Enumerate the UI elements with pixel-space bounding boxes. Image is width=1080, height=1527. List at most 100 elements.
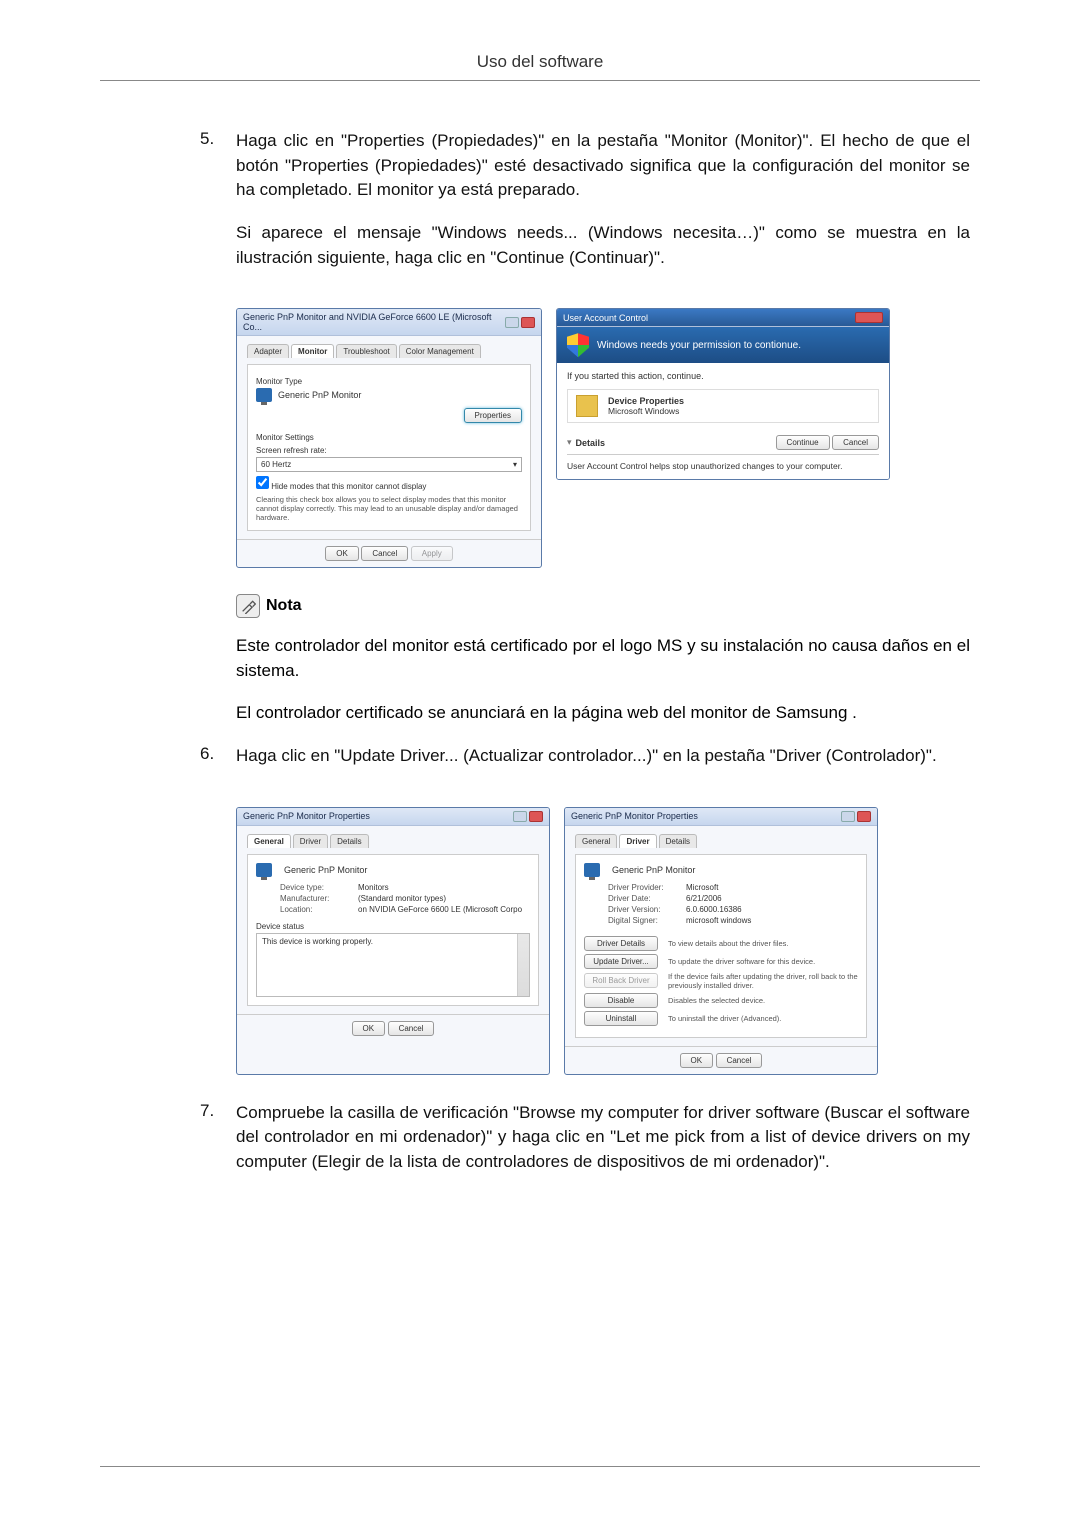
shield-icon bbox=[567, 333, 589, 357]
tab-adapter[interactable]: Adapter bbox=[247, 344, 289, 358]
scrollbar[interactable] bbox=[517, 934, 529, 996]
footer-divider bbox=[100, 1466, 980, 1467]
refresh-rate-label: Screen refresh rate: bbox=[256, 446, 522, 455]
properties-button[interactable]: Properties bbox=[464, 408, 522, 423]
step-number: 5. bbox=[200, 129, 236, 288]
uac-dialog: User Account Control Windows needs your … bbox=[556, 308, 890, 480]
window-controls bbox=[505, 317, 535, 328]
close-icon[interactable] bbox=[857, 811, 871, 822]
driver-date-label: Driver Date: bbox=[608, 894, 686, 903]
figure-row-1: Generic PnP Monitor and NVIDIA GeForce 6… bbox=[236, 308, 970, 568]
device-type-label: Device type: bbox=[280, 883, 358, 892]
minimize-icon[interactable] bbox=[505, 317, 519, 328]
step7-p1: Compruebe la casilla de verificación "Br… bbox=[236, 1101, 970, 1175]
uac-headline: Windows needs your permission to contion… bbox=[597, 340, 801, 351]
step-7: 7. Compruebe la casilla de verificación … bbox=[200, 1101, 970, 1193]
tab-general[interactable]: General bbox=[575, 834, 617, 848]
step-body: Compruebe la casilla de verificación "Br… bbox=[236, 1101, 970, 1193]
page: Uso del software 5. Haga clic en "Proper… bbox=[0, 0, 1080, 1527]
device-status-label: Device status bbox=[256, 922, 530, 931]
refresh-rate-value: 60 Hertz bbox=[261, 460, 291, 469]
device-name: Generic PnP Monitor bbox=[612, 865, 695, 875]
ok-button[interactable]: OK bbox=[325, 546, 359, 561]
dialog-titlebar: Generic PnP Monitor Properties bbox=[565, 808, 877, 826]
ok-button[interactable]: OK bbox=[680, 1053, 714, 1068]
tab-monitor[interactable]: Monitor bbox=[291, 344, 334, 358]
monitor-properties-dialog: Generic PnP Monitor and NVIDIA GeForce 6… bbox=[236, 308, 542, 568]
digital-signer-value: microsoft windows bbox=[686, 916, 751, 925]
rollback-driver-button: Roll Back Driver bbox=[584, 973, 658, 988]
rollback-driver-desc: If the device fails after updating the d… bbox=[668, 972, 858, 990]
hide-modes-label: Hide modes that this monitor cannot disp… bbox=[271, 482, 426, 491]
cancel-button[interactable]: Cancel bbox=[388, 1021, 435, 1036]
monitor-type-label: Monitor Type bbox=[256, 377, 522, 386]
step6-p1: Haga clic en "Update Driver... (Actualiz… bbox=[236, 744, 970, 769]
uac-publisher: Microsoft Windows bbox=[608, 406, 684, 416]
uac-program-name: Device Properties bbox=[608, 396, 684, 406]
tab-driver[interactable]: Driver bbox=[293, 834, 328, 848]
manufacturer-value: (Standard monitor types) bbox=[358, 894, 446, 903]
uac-headline-row: Windows needs your permission to contion… bbox=[557, 327, 889, 363]
tab-general[interactable]: General bbox=[247, 834, 291, 848]
tab-driver[interactable]: Driver bbox=[619, 834, 656, 848]
cancel-button[interactable]: Cancel bbox=[716, 1053, 763, 1068]
uninstall-button[interactable]: Uninstall bbox=[584, 1011, 658, 1026]
hide-modes-checkbox[interactable] bbox=[256, 476, 269, 489]
monitor-icon bbox=[256, 388, 272, 402]
cancel-button[interactable]: Cancel bbox=[361, 546, 408, 561]
tab-details[interactable]: Details bbox=[659, 834, 697, 848]
close-icon[interactable] bbox=[855, 312, 883, 323]
uac-title: User Account Control bbox=[563, 313, 648, 323]
device-status-box: This device is working properly. bbox=[256, 933, 530, 997]
dialog-title: Generic PnP Monitor Properties bbox=[243, 811, 370, 821]
close-icon[interactable] bbox=[529, 811, 543, 822]
disable-desc: Disables the selected device. bbox=[668, 996, 858, 1005]
digital-signer-label: Digital Signer: bbox=[608, 916, 686, 925]
update-driver-button[interactable]: Update Driver... bbox=[584, 954, 658, 969]
note-p1: Este controlador del monitor está certif… bbox=[236, 634, 970, 683]
step-6: 6. Haga clic en "Update Driver... (Actua… bbox=[200, 744, 970, 787]
close-icon[interactable] bbox=[521, 317, 535, 328]
device-name: Generic PnP Monitor bbox=[284, 865, 367, 875]
continue-button[interactable]: Continue bbox=[776, 435, 830, 450]
hide-modes-checkbox-row: Hide modes that this monitor cannot disp… bbox=[256, 476, 522, 491]
uninstall-desc: To uninstall the driver (Advanced). bbox=[668, 1014, 858, 1023]
dialog-title: Generic PnP Monitor and NVIDIA GeForce 6… bbox=[243, 312, 505, 332]
tab-troubleshoot[interactable]: Troubleshoot bbox=[336, 344, 396, 358]
ok-button[interactable]: OK bbox=[352, 1021, 386, 1036]
help-icon[interactable] bbox=[513, 811, 527, 822]
monitor-name: Generic PnP Monitor bbox=[278, 390, 361, 400]
tab-strip: Adapter Monitor Troubleshoot Color Manag… bbox=[247, 344, 531, 358]
disable-button[interactable]: Disable bbox=[584, 993, 658, 1008]
cancel-button[interactable]: Cancel bbox=[832, 435, 879, 450]
refresh-rate-select[interactable]: 60 Hertz ▾ bbox=[256, 457, 522, 472]
help-icon[interactable] bbox=[841, 811, 855, 822]
step-number: 6. bbox=[200, 744, 236, 787]
driver-version-label: Driver Version: bbox=[608, 905, 686, 914]
step-number: 7. bbox=[200, 1101, 236, 1193]
device-type-value: Monitors bbox=[358, 883, 389, 892]
tab-color-management[interactable]: Color Management bbox=[399, 344, 481, 358]
monitor-icon bbox=[584, 863, 600, 877]
note-heading: Nota bbox=[236, 594, 970, 618]
tab-details[interactable]: Details bbox=[330, 834, 368, 848]
page-header-title: Uso del software bbox=[100, 52, 980, 72]
dialog-body: Adapter Monitor Troubleshoot Color Manag… bbox=[237, 336, 541, 539]
step5-p2: Si aparece el mensaje "Windows needs... … bbox=[236, 221, 970, 270]
step-5: 5. Haga clic en "Properties (Propiedades… bbox=[200, 129, 970, 288]
step5-p1: Haga clic en "Properties (Propiedades)" … bbox=[236, 129, 970, 203]
note-label: Nota bbox=[266, 597, 302, 615]
uac-details-toggle[interactable]: Details bbox=[576, 438, 606, 448]
step-body: Haga clic en "Properties (Propiedades)" … bbox=[236, 129, 970, 288]
chevron-down-icon: ▾ bbox=[567, 437, 572, 448]
uac-footer-text: User Account Control helps stop unauthor… bbox=[567, 454, 879, 471]
apply-button: Apply bbox=[411, 546, 453, 561]
header-divider bbox=[100, 80, 980, 81]
driver-details-button[interactable]: Driver Details bbox=[584, 936, 658, 951]
uac-if-started: If you started this action, continue. bbox=[567, 371, 879, 381]
monitor-settings-label: Monitor Settings bbox=[256, 433, 522, 442]
update-driver-desc: To update the driver software for this d… bbox=[668, 957, 858, 966]
uac-titlebar: User Account Control bbox=[557, 309, 889, 327]
program-icon bbox=[576, 395, 598, 417]
note-icon bbox=[236, 594, 260, 618]
